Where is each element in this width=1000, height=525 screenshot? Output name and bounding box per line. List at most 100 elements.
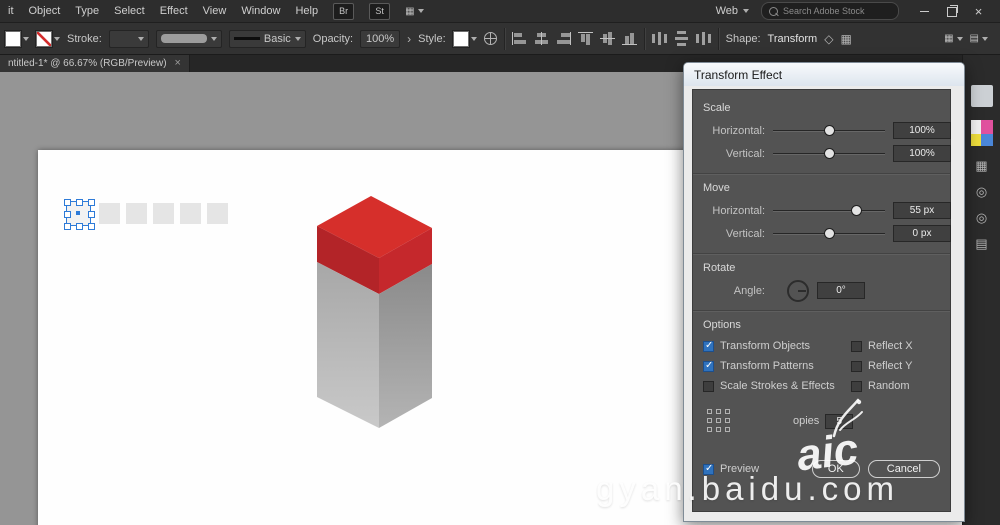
- checkbox-scale-strokes[interactable]: [703, 381, 714, 392]
- slider-thumb[interactable]: [824, 125, 835, 136]
- preferences-button[interactable]: ▦: [944, 33, 962, 44]
- libraries-panel-icon[interactable]: [971, 85, 993, 107]
- selection-handle[interactable]: [64, 223, 71, 230]
- free-transform-icon[interactable]: ◇: [824, 33, 833, 45]
- options-section-header: Options: [703, 319, 940, 331]
- move-horizontal-value[interactable]: 55 px: [893, 202, 951, 219]
- ok-button[interactable]: OK: [812, 460, 860, 478]
- opacity-field[interactable]: 100%: [360, 30, 400, 48]
- stroke-weight-dropdown[interactable]: [109, 30, 149, 48]
- distribute-horizontal-icon[interactable]: [652, 32, 667, 45]
- selection-handle[interactable]: [76, 199, 83, 206]
- stroke-color-dropdown[interactable]: [36, 31, 60, 47]
- document-setup-icon[interactable]: [484, 32, 497, 45]
- arrange-documents-icon: ▦: [405, 6, 414, 17]
- selection-handle[interactable]: [88, 223, 95, 230]
- align-left-icon[interactable]: [512, 32, 527, 45]
- selection-handle[interactable]: [88, 199, 95, 206]
- checkbox-reflect-y[interactable]: [851, 361, 862, 372]
- control-bar: Stroke: Basic Opacity: 100% › Style:: [0, 22, 1000, 55]
- distribute-vertical-icon[interactable]: [675, 31, 688, 46]
- menu-view[interactable]: View: [203, 5, 227, 17]
- stock-button[interactable]: St: [369, 3, 390, 20]
- align-right-icon[interactable]: [556, 32, 571, 45]
- opacity-expand-icon[interactable]: ›: [407, 33, 411, 45]
- menu-select[interactable]: Select: [114, 5, 145, 17]
- checkbox-random[interactable]: [851, 381, 862, 392]
- document-tab[interactable]: ntitled-1* @ 66.67% (RGB/Preview) ×: [0, 55, 190, 72]
- chevron-down-icon: [418, 9, 424, 13]
- move-horizontal-slider[interactable]: [773, 204, 885, 217]
- scale-vertical-slider[interactable]: [773, 147, 885, 160]
- rotate-section-header: Rotate: [703, 262, 940, 274]
- selection-handle[interactable]: [76, 223, 83, 230]
- slider-thumb[interactable]: [824, 228, 835, 239]
- fill-color-dropdown[interactable]: [5, 31, 29, 47]
- slider-thumb[interactable]: [824, 148, 835, 159]
- slider-thumb[interactable]: [851, 205, 862, 216]
- align-top-icon[interactable]: [578, 32, 593, 45]
- close-button[interactable]: ×: [965, 0, 992, 22]
- graphic-style-dropdown[interactable]: [453, 31, 477, 47]
- distribute-spacing-icon[interactable]: [696, 32, 711, 45]
- move-vertical-slider[interactable]: [773, 227, 885, 240]
- menu-effect[interactable]: Effect: [160, 5, 188, 17]
- brush-dropdown[interactable]: Basic: [229, 30, 306, 48]
- selection-handle[interactable]: [64, 211, 71, 218]
- panel-menu-button[interactable]: ▤: [970, 33, 988, 44]
- divider: [693, 310, 950, 311]
- brush-name: Basic: [264, 33, 291, 45]
- move-section-header: Move: [703, 182, 940, 194]
- scale-horizontal-slider[interactable]: [773, 124, 885, 137]
- selection-handle[interactable]: [64, 199, 71, 206]
- selection-handle[interactable]: [88, 211, 95, 218]
- brushes-panel-icon[interactable]: ◎: [976, 185, 987, 198]
- layers-panel-icon[interactable]: ▤: [975, 237, 987, 250]
- symbols-panel-icon[interactable]: ◎: [976, 211, 987, 224]
- move-horizontal-label: Horizontal:: [703, 205, 765, 217]
- style-swatch: [453, 31, 469, 47]
- bridge-button[interactable]: Br: [333, 3, 354, 20]
- color-panel-icon[interactable]: [971, 120, 993, 146]
- workspace-switcher[interactable]: Web: [716, 5, 749, 17]
- angle-dial[interactable]: [787, 280, 809, 302]
- menu-type[interactable]: Type: [75, 5, 99, 17]
- preview-group: Preview: [703, 463, 759, 475]
- style-label: Style:: [418, 33, 446, 45]
- tab-close-icon[interactable]: ×: [175, 58, 181, 69]
- align-center-horizontal-icon[interactable]: [534, 32, 549, 45]
- move-horizontal-row: Horizontal: 55 px: [703, 199, 940, 222]
- swatches-panel-icon[interactable]: ▦: [975, 159, 987, 172]
- align-middle-vertical-icon[interactable]: [600, 32, 615, 45]
- checkbox-reflect-x[interactable]: [851, 341, 862, 352]
- restore-button[interactable]: [938, 0, 965, 22]
- angle-value[interactable]: 0°: [817, 282, 865, 299]
- options-left-column: Transform Objects Transform Patterns Sca…: [703, 336, 851, 396]
- move-vertical-value[interactable]: 0 px: [893, 225, 951, 242]
- width-profile-dropdown[interactable]: [156, 30, 222, 48]
- copies-value[interactable]: 5: [825, 414, 853, 429]
- dialog-titlebar[interactable]: Transform Effect: [684, 63, 964, 86]
- scale-horizontal-value[interactable]: 100%: [893, 122, 951, 139]
- cancel-button[interactable]: Cancel: [868, 460, 940, 478]
- arrange-documents-button[interactable]: ▦: [405, 6, 423, 17]
- shape-value[interactable]: Transform: [768, 33, 818, 45]
- transform-panel-icon[interactable]: ▦: [840, 33, 851, 45]
- checkbox-transform-patterns[interactable]: [703, 361, 714, 372]
- close-icon: ×: [975, 4, 983, 19]
- chevron-down-icon: [957, 37, 963, 41]
- scale-vertical-value[interactable]: 100%: [893, 145, 951, 162]
- menu-window[interactable]: Window: [241, 5, 280, 17]
- minimize-button[interactable]: [911, 0, 938, 22]
- menu-object[interactable]: Object: [29, 5, 61, 17]
- transform-copy-preview: [207, 203, 228, 224]
- selected-square-object[interactable]: [66, 201, 91, 226]
- isometric-box-artwork[interactable]: [300, 182, 450, 442]
- checkbox-transform-objects[interactable]: [703, 341, 714, 352]
- checkbox-preview[interactable]: [703, 464, 714, 475]
- align-bottom-icon[interactable]: [622, 32, 637, 45]
- menu-help[interactable]: Help: [295, 5, 318, 17]
- reference-point-locator[interactable]: [707, 409, 731, 433]
- menu-edit[interactable]: it: [8, 5, 14, 17]
- search-input[interactable]: [783, 6, 878, 16]
